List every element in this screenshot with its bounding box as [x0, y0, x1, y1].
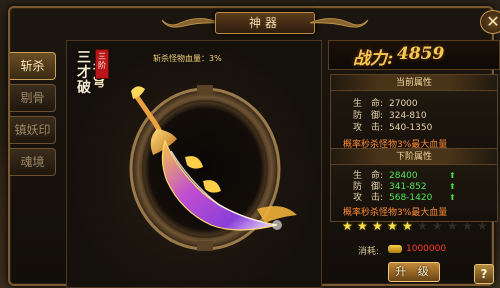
attr-label: 攻 击:	[353, 193, 384, 203]
current-attributes-header: 当前属性	[331, 75, 497, 91]
arrow-up-icon: ⬆	[449, 182, 456, 191]
arrow-up-icon: ⬆	[449, 171, 456, 180]
cost-label: 消耗:	[358, 247, 380, 257]
combat-power-label: 战力:	[353, 49, 394, 69]
next-attributes-body: 下阶属性 生 命: 28400 ⬆ 防 御: 341-852 ⬆ 攻 击: 568-1…	[330, 148, 498, 222]
tab-tigu[interactable]: 剔骨	[10, 84, 56, 112]
combat-power-value: 4859	[397, 44, 445, 64]
tab-zhansha[interactable]: 斩杀	[10, 52, 56, 80]
help-button[interactable]: ?	[474, 264, 494, 284]
tab-hunjing[interactable]: 魂境	[10, 148, 56, 176]
attr-label: 攻 击:	[353, 123, 384, 133]
title-ornament-left	[161, 18, 220, 28]
attr-value: 27000	[389, 99, 418, 109]
star-empty-icon: ★	[447, 219, 458, 233]
next-attack-row: 攻 击: 568-1420	[353, 193, 432, 203]
combat-power-box: 战力: 4859	[328, 40, 500, 70]
star-empty-icon: ★	[462, 219, 473, 233]
attr-label: 防 御:	[353, 111, 384, 121]
star-filled-icon: ★	[387, 219, 398, 233]
window-title: 神器	[215, 12, 315, 34]
star-filled-icon: ★	[357, 219, 368, 233]
upgrade-button[interactable]: 升 级	[388, 262, 440, 282]
current-defense-row: 防 御: 324-810	[353, 111, 427, 121]
star-empty-icon: ★	[417, 219, 428, 233]
attr-value: 540-1350	[389, 123, 433, 133]
artifact-window: 神器 ✕ 三才破 苍穹 三阶 斩杀怪物血量：3%	[8, 6, 500, 288]
attr-label: 生 命:	[353, 171, 384, 181]
next-defense-row: 防 御: 341-852	[353, 182, 427, 192]
attr-value: 28400	[389, 171, 418, 181]
star-filled-icon: ★	[402, 219, 413, 233]
weapon-display-panel: 三才破 苍穹 三阶 斩杀怪物血量：3%	[66, 40, 322, 288]
attr-value: 568-1420	[389, 193, 433, 203]
star-empty-icon: ★	[432, 219, 443, 233]
current-hp-row: 生 命: 27000	[353, 99, 418, 109]
close-button[interactable]: ✕	[480, 10, 500, 34]
side-tab-bar: 斩杀 剔骨 镇妖印 魂境	[10, 52, 60, 180]
current-attack-row: 攻 击: 540-1350	[353, 123, 432, 133]
attr-label: 防 御:	[353, 182, 384, 192]
kill-percentage-text: 斩杀怪物血量：3%	[153, 54, 222, 63]
weapon-name-col1: 三才破	[77, 50, 91, 96]
cost-row: 消耗: 1000000	[358, 244, 446, 257]
tab-zhenyaoyin[interactable]: 镇妖印	[10, 116, 56, 144]
next-special-note: 概率秒杀怪物3%最大血量	[343, 208, 448, 218]
attr-value: 324-810	[389, 111, 427, 121]
cost-value: 1000000	[406, 244, 447, 254]
arrow-up-icon: ⬆	[449, 193, 456, 202]
attr-label: 生 命:	[353, 99, 384, 109]
attr-value: 341-852	[389, 182, 427, 192]
tier-seal: 三阶	[95, 49, 109, 79]
gold-ingot-icon	[388, 245, 402, 253]
star-filled-icon: ★	[372, 219, 383, 233]
star-filled-icon: ★	[342, 219, 353, 233]
weapon-sword-image	[131, 86, 297, 231]
next-hp-row: 生 命: 28400	[353, 171, 418, 181]
attributes-panel: 战力: 4859 当前属性 生 命: 27000 防 御: 324-810 攻 击:…	[328, 40, 500, 288]
next-attributes-title: 下阶属性	[331, 149, 497, 165]
title-ornament-right	[310, 18, 369, 28]
star-empty-icon: ★	[477, 219, 488, 233]
